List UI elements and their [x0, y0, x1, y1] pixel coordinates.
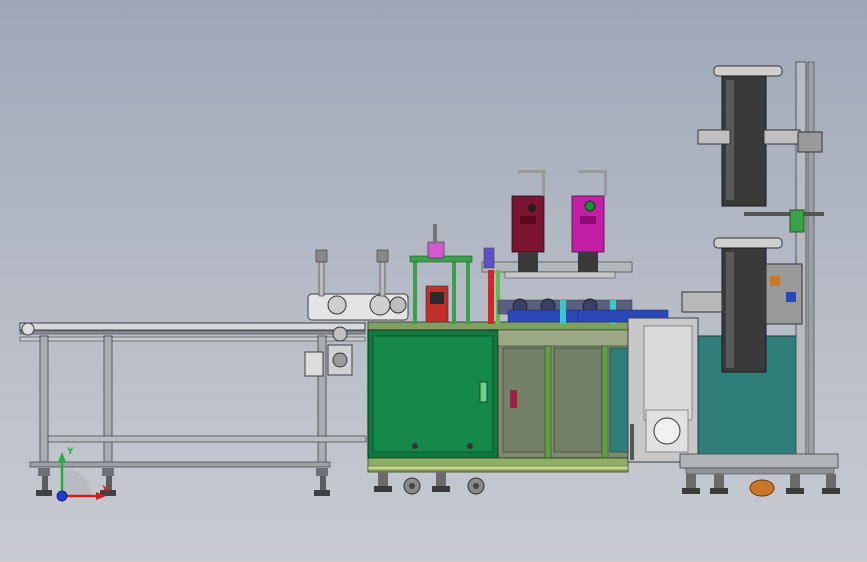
x-axis-label: X: [102, 485, 109, 495]
side-housing: [627, 317, 699, 463]
y-axis-label: Y: [66, 447, 74, 457]
roll-stand: [679, 61, 840, 497]
cad-viewport[interactable]: Y X: [0, 0, 867, 562]
process-stations: [409, 170, 669, 324]
machine-assembly-model[interactable]: [0, 0, 867, 562]
coordinate-triad: Y X: [56, 447, 109, 502]
